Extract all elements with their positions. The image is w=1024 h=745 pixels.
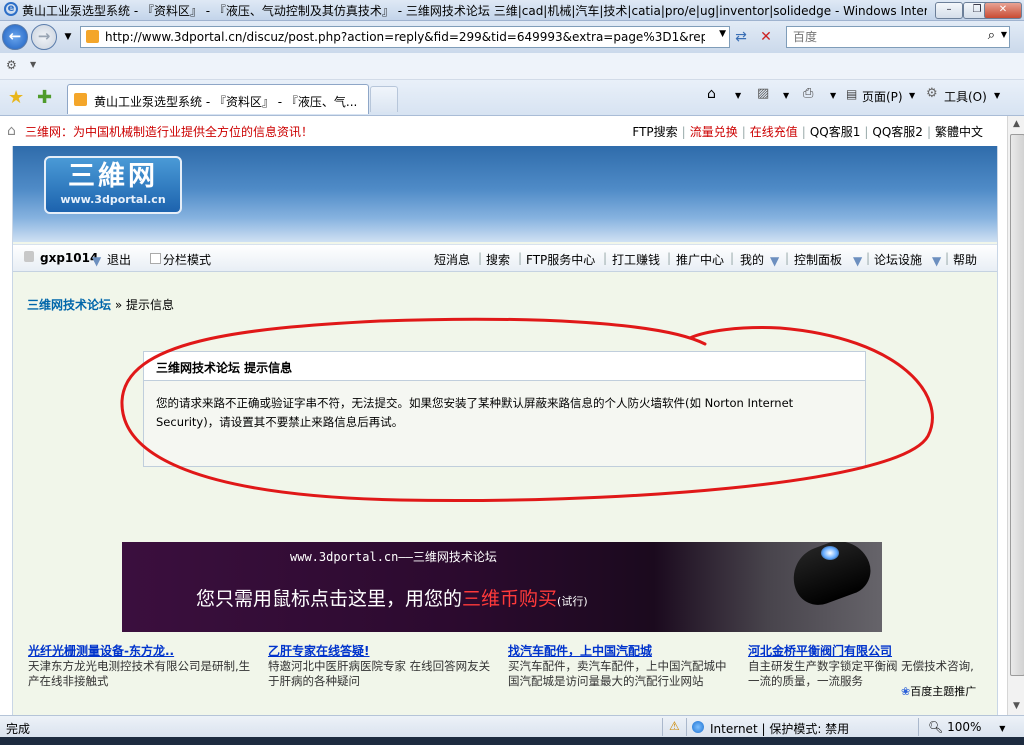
print-icon[interactable]: ⎙ (803, 86, 813, 101)
search-box[interactable]: ⌕ ▼ (786, 26, 1010, 48)
ie-logo-icon: e (4, 2, 18, 16)
history-dropdown-icon[interactable]: ▼ (57, 26, 79, 48)
search-dropdown-icon[interactable]: ▼ (1001, 30, 1007, 39)
feeds-icon[interactable]: ▨ (757, 86, 769, 101)
page-favicon-icon (86, 30, 99, 43)
feeds-dropdown-icon[interactable]: ▼ (783, 91, 789, 100)
compat-icon[interactable]: ⚙ (6, 58, 17, 72)
minimize-button[interactable]: – (935, 2, 963, 19)
window-title: 黄山工业泵选型系统 - 『资料区』 - 『液压、气动控制及其仿真技术』 - 三维… (22, 4, 927, 18)
page-icon[interactable]: ▤ (846, 87, 857, 101)
address-bar[interactable]: http://www.3dportal.cn/discuz/post.php?a… (80, 26, 730, 48)
zoom-dropdown-icon[interactable]: ▼ (999, 724, 1005, 733)
print-dropdown-icon[interactable]: ▼ (830, 91, 836, 100)
home-icon[interactable]: ⌂ (707, 86, 716, 102)
scroll-up-icon[interactable]: ▲ (1008, 116, 1024, 133)
tab-label: 黄山工业泵选型系统 - 『资料区』 - 『液压、气... (94, 95, 358, 109)
taskbar (0, 737, 1024, 745)
security-zone[interactable]: Internet | 保护模式: 禁用 (692, 720, 849, 737)
home-dropdown-icon[interactable]: ▼ (735, 91, 741, 100)
address-url[interactable]: http://www.3dportal.cn/discuz/post.php?a… (105, 30, 705, 44)
favorites-star-icon[interactable]: ★ (8, 87, 24, 108)
new-tab-button[interactable] (370, 86, 398, 112)
window-titlebar: e 黄山工业泵选型系统 - 『资料区』 - 『液压、气动控制及其仿真技术』 - … (0, 0, 1024, 21)
stop-icon[interactable]: ✕ (755, 26, 777, 48)
search-input[interactable] (791, 29, 985, 45)
vertical-scrollbar[interactable]: ▲ ▼ (1007, 116, 1024, 715)
security-zone-text: Internet | 保护模式: 禁用 (710, 722, 850, 736)
status-bar: 完成 ⚠ Internet | 保护模式: 禁用 🔍︎ 100% ▼ (0, 715, 1024, 738)
navigation-bar: ← → ▼ http://www.3dportal.cn/discuz/post… (0, 21, 1024, 53)
back-button[interactable]: ← (2, 24, 28, 50)
status-text: 完成 (6, 722, 31, 736)
tools-gear-icon[interactable]: ⚙ (926, 86, 938, 101)
refresh-icon[interactable]: ⇄ (730, 26, 752, 48)
tools-dropdown-icon[interactable]: ▼ (994, 91, 1000, 100)
scroll-thumb[interactable] (1010, 134, 1024, 676)
add-favorites-icon[interactable]: ✚ (37, 87, 52, 108)
zoom-control[interactable]: 🔍︎ 100% ▼ (928, 720, 1005, 734)
tab-favicon-icon (74, 93, 87, 106)
forward-button[interactable]: → (31, 24, 57, 50)
tab-current[interactable]: 黄山工业泵选型系统 - 『资料区』 - 『液压、气... (67, 84, 369, 114)
red-annotation-circle (120, 317, 934, 503)
compat-dropdown-icon[interactable]: ▼ (30, 60, 36, 69)
address-dropdown-icon[interactable]: ▼ (719, 29, 726, 39)
scroll-down-icon[interactable]: ▼ (1008, 698, 1024, 715)
page-menu[interactable]: 页面(P) (862, 88, 903, 105)
tools-menu[interactable]: 工具(O) (944, 88, 987, 105)
page-viewport: ⌂ 三维网：为中国机械制造行业提供全方位的信息资讯！ FTP搜索 | 流量兑换 | 在线… (0, 116, 1007, 715)
zoom-level: 100% (947, 720, 982, 734)
internet-globe-icon (692, 721, 704, 733)
search-icon[interactable]: ⌕ (988, 28, 995, 43)
close-window-button[interactable]: ✕ (984, 2, 1022, 19)
command-strip: ⚙ ▼ (0, 53, 1024, 80)
protected-mode-icon[interactable]: ⚠ (669, 719, 680, 733)
zoom-icon: 🔍︎ (928, 720, 944, 734)
tab-bar: ★ ✚ 黄山工业泵选型系统 - 『资料区』 - 『液压、气... ⌂ ▼ ▨ ▼… (0, 80, 1024, 116)
page-dropdown-icon[interactable]: ▼ (909, 91, 915, 100)
